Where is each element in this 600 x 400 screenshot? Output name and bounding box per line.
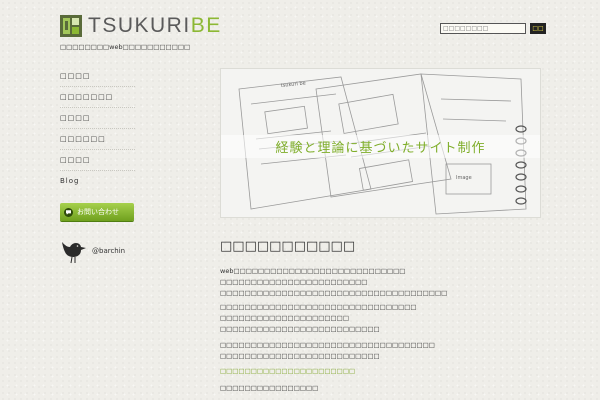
speech-bubble-icon [64, 207, 73, 217]
page-title: □□□□□□□□□□□ [220, 239, 356, 254]
paragraph-1: web□□□□□□□□□□□□□□□□□□□□□□□□□□□□ □□□□□□□□… [220, 266, 550, 299]
site-logo[interactable]: TSUKURIBE [60, 14, 222, 38]
contact-button-label: お問い合わせ [77, 208, 119, 216]
side-nav: □□□□ □□□□□□□ □□□□ □□□□□□ □□□□ Blog [60, 66, 135, 191]
bird-icon [60, 238, 88, 268]
twitter-link[interactable]: @barchin [60, 238, 125, 268]
paragraph-line: □□□□□□□□□□□□□□□□□□□□□□□□□□□□□□□□ [220, 303, 417, 311]
search-form: □□ [440, 23, 546, 34]
paragraph-3: □□□□□□□□□□□□□□□□□□□□□□□□□□□□□□□□□□□ □□□□… [220, 340, 550, 362]
paragraph-line: □□□□□□□□□□□□□□□□□□□□□□□□□□□□□□□□□□□□□ [220, 289, 448, 297]
hero-image: tsukuri be Image 経験と理論に基づいたサイト制作 [220, 68, 541, 218]
paragraph-line: □□□□□□□□□□□□□□□□□□□□□□□□□□ [220, 352, 380, 360]
search-button[interactable]: □□ [530, 23, 546, 34]
paragraph-line: web□□□□□□□□□□□□□□□□□□□□□□□□□□□□ [220, 267, 406, 275]
nav-item-4[interactable]: □□□□□□ [60, 129, 135, 150]
paragraph-line: □□□□□□□□□□□□□□□□□□□□□□□□ [220, 278, 368, 286]
svg-text:Image: Image [456, 175, 472, 181]
site-tagline: □□□□□□□□web□□□□□□□□□□□ [60, 43, 191, 51]
twitter-handle: @barchin [92, 247, 126, 255]
nav-item-2[interactable]: □□□□□□□ [60, 87, 135, 108]
nav-item-1[interactable]: □□□□ [60, 66, 135, 87]
nav-item-blog[interactable]: Blog [60, 171, 135, 191]
hero-caption: 経験と理論に基づいたサイト制作 [221, 135, 540, 158]
logo-accent-text: BE [190, 14, 222, 37]
nav-item-5[interactable]: □□□□ [60, 150, 135, 171]
contact-button[interactable]: お問い合わせ [60, 203, 134, 221]
nav-item-3[interactable]: □□□□ [60, 108, 135, 129]
paragraph-2: □□□□□□□□□□□□□□□□□□□□□□□□□□□□□□□□ □□□□□□□… [220, 302, 550, 335]
logo-main-text: TSUKURI [88, 14, 191, 37]
content-link[interactable]: □□□□□□□□□□□□□□□□□□□□□□ [220, 367, 355, 375]
logo-wordmark: TSUKURIBE [88, 14, 222, 38]
paragraph-line: □□□□□□□□□□□□□□□□□□□□□ [220, 314, 349, 322]
logo-mark-icon [60, 15, 82, 37]
paragraph-line: □□□□□□□□□□□□□□□□□□□□□□□□□□□□□□□□□□□ [220, 341, 435, 349]
search-input[interactable] [440, 23, 526, 34]
paragraph-line: □□□□□□□□□□□□□□□□□□□□□□□□□□ [220, 325, 380, 333]
paragraph-4: □□□□□□□□□□□□□□□□ [220, 384, 319, 392]
